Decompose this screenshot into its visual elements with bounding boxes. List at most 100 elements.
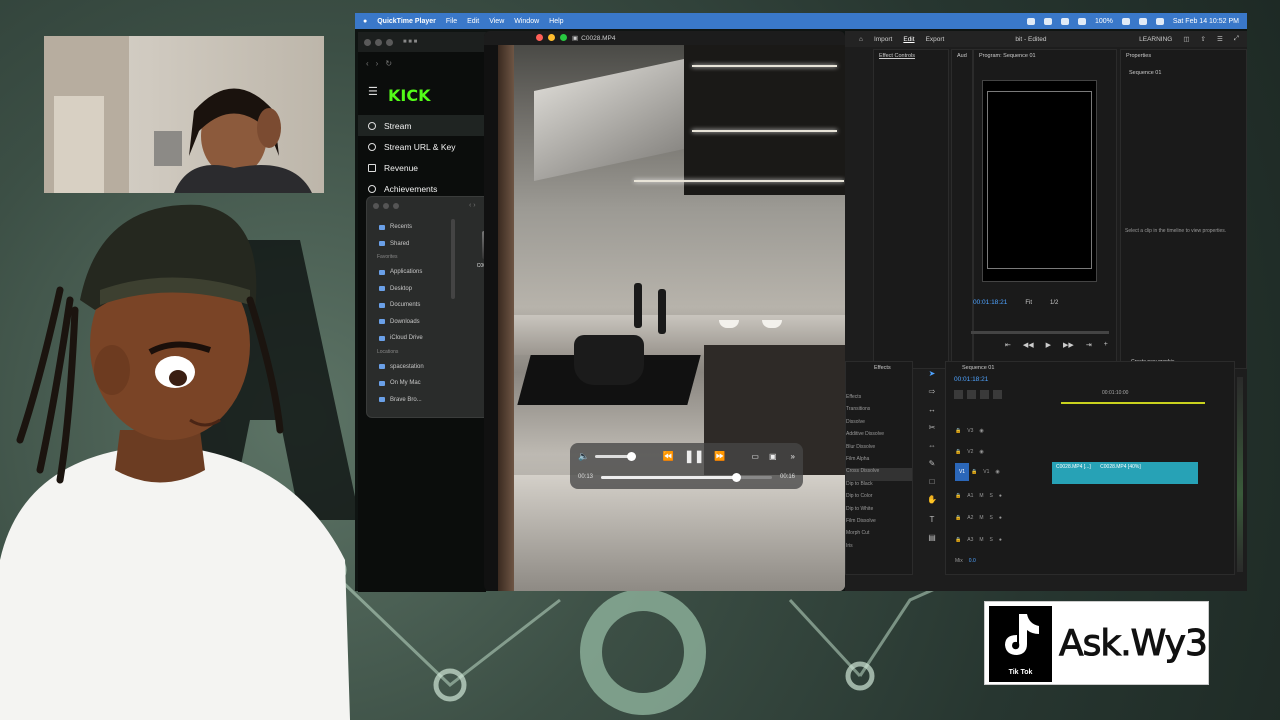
tab-program[interactable]: Program: Sequence 01 (974, 50, 1116, 62)
type-tool-icon[interactable]: T (927, 515, 937, 525)
lock-icon[interactable]: 🔒 (955, 537, 961, 543)
playhead-knob[interactable] (732, 472, 742, 482)
apple-icon[interactable]: ● (363, 18, 367, 25)
share-icon[interactable]: ⇧ (1201, 35, 1206, 43)
track-v3[interactable]: 🔒 V3 ◉ (955, 422, 1205, 440)
workspace-tab-export[interactable]: Export (926, 36, 945, 43)
volume-icon[interactable]: 🔈 (578, 451, 589, 462)
tab-audio[interactable]: Aud (952, 50, 972, 62)
selection-tool-icon[interactable]: ➤ (927, 369, 937, 379)
video-frame-kitchen[interactable] (514, 45, 845, 591)
snap-icon[interactable] (954, 390, 963, 399)
solo-icon[interactable]: S (990, 515, 993, 521)
zoom-dot[interactable] (386, 38, 393, 46)
workspace-label[interactable]: LEARNING (1139, 36, 1172, 43)
sidebar-item-stream-url-key[interactable]: Stream URL & Key (358, 136, 486, 157)
effects-item[interactable]: Cross Dissolve (846, 468, 912, 481)
mark-in-icon[interactable]: ⇤ (1005, 341, 1011, 349)
panels-icon[interactable]: ◫ (1183, 35, 1189, 43)
timeline-timecode[interactable]: 00:01:18:21 (954, 376, 988, 383)
effects-item[interactable]: Morph Cut (846, 530, 912, 542)
rectangle-icon[interactable]: □ (927, 477, 937, 487)
tab-timeline[interactable]: Sequence 01 (946, 362, 1234, 374)
menu-help[interactable]: Help (549, 18, 563, 25)
finder-item-downloads[interactable]: Downloads (375, 314, 453, 331)
eye-icon[interactable]: ◉ (979, 428, 983, 434)
finder-scrollbar[interactable] (451, 219, 455, 299)
effects-item[interactable]: Dip to White (846, 506, 912, 518)
fullscreen-icon[interactable]: ⤢ (1234, 35, 1239, 43)
menu-icon[interactable]: ☰ (1217, 35, 1223, 43)
home-icon[interactable]: ⌂ (859, 36, 863, 43)
finder-item-shared[interactable]: Shared (375, 236, 453, 253)
effects-item[interactable]: Iris (846, 543, 912, 555)
zoom-dot[interactable] (560, 34, 567, 41)
eye-icon[interactable]: ◉ (979, 449, 983, 455)
display-icon[interactable] (1060, 17, 1069, 25)
minimize-dot[interactable] (383, 203, 389, 209)
tab-effect-controls[interactable]: Effect Controls (874, 50, 948, 62)
mic-icon[interactable]: ● (999, 515, 1002, 521)
hand-icon[interactable]: ✋ (927, 495, 937, 505)
minimize-dot[interactable] (548, 34, 555, 41)
step-back-icon[interactable]: ◀◀ (1023, 341, 1034, 349)
mute-icon[interactable]: M (979, 537, 983, 543)
finder-item-icloud[interactable]: iCloud Drive (375, 330, 453, 347)
finder-nav-arrows[interactable]: ‹ › (469, 202, 476, 209)
mix-value[interactable]: 0.0 (969, 558, 976, 564)
finder-item-spacestation[interactable]: spacestation (375, 359, 453, 376)
eye-icon[interactable]: ◉ (995, 469, 999, 475)
effects-item[interactable]: Additive Dissolve (846, 431, 912, 443)
track-v2[interactable]: 🔒 V2 ◉ (955, 443, 1205, 461)
finder-item-brave[interactable]: Brave Bro... (375, 392, 453, 409)
forward-icon[interactable]: › (376, 59, 379, 68)
kick-logo[interactable]: KICK (388, 86, 486, 105)
progress-scrubber[interactable] (601, 472, 772, 482)
track-a2[interactable]: 🔒 A2 M S ● (955, 509, 1205, 527)
effects-item[interactable]: Dissolve (846, 419, 912, 431)
effects-item[interactable]: Film Alpha (846, 456, 912, 468)
program-timecode[interactable]: 00:01:18:21 (973, 299, 1007, 306)
menu-window[interactable]: Window (514, 18, 539, 25)
mute-icon[interactable]: M (979, 515, 983, 521)
search-icon[interactable] (1138, 17, 1147, 25)
effects-item[interactable]: Film Dissolve (846, 518, 912, 530)
link-icon[interactable] (967, 390, 976, 399)
lock-icon[interactable]: 🔒 (955, 449, 961, 455)
close-dot[interactable] (536, 34, 543, 41)
finder-item-applications[interactable]: Applications (375, 264, 453, 281)
effects-item[interactable]: Transitions (846, 406, 912, 418)
play-icon[interactable]: ▶ (1046, 341, 1051, 349)
timeline-clip[interactable]: C0028.MP4 [...] C0028.MP4 [40%] (1052, 462, 1198, 484)
menu-file[interactable]: File (446, 18, 457, 25)
hamburger-menu-icon[interactable]: ☰ (368, 85, 378, 98)
effects-item[interactable]: Dip to Black (846, 481, 912, 493)
work-area-bar[interactable] (1061, 402, 1205, 404)
rewind-icon[interactable]: ⏪ (663, 451, 674, 462)
control-center-icon[interactable] (1155, 17, 1164, 25)
more-options-icon[interactable]: » (791, 452, 795, 461)
menu-edit[interactable]: Edit (467, 18, 479, 25)
finder-item-on-my-mac[interactable]: On My Mac (375, 375, 453, 392)
track-select-icon[interactable]: ⇨ (927, 387, 937, 397)
add-button-icon[interactable]: + (1104, 341, 1108, 349)
workspace-tab-edit[interactable]: Edit (903, 36, 914, 43)
program-monitor-screen[interactable] (982, 80, 1097, 282)
solo-icon[interactable]: S (990, 537, 993, 543)
picture-in-picture-icon[interactable]: ▣ (769, 452, 777, 461)
close-dot[interactable] (364, 38, 371, 46)
menu-view[interactable]: View (489, 18, 504, 25)
volume-knob[interactable] (626, 451, 636, 461)
effects-item[interactable]: Blur Dissolve (846, 444, 912, 456)
wrench-icon[interactable] (993, 390, 1002, 399)
tab-properties[interactable]: Properties (1121, 50, 1246, 62)
back-icon[interactable]: ‹ (366, 59, 369, 68)
finder-item-recents[interactable]: Recents (375, 219, 453, 236)
slip-tool-icon[interactable]: ⇔ (927, 441, 937, 451)
battery-percent[interactable]: 100% (1095, 18, 1113, 25)
pen-icon[interactable]: ✎ (927, 459, 937, 469)
lock-icon[interactable]: 🔒 (971, 469, 977, 475)
marker-icon[interactable] (980, 390, 989, 399)
effects-item[interactable]: Effects (846, 394, 912, 406)
mark-out-icon[interactable]: ⇥ (1086, 341, 1092, 349)
